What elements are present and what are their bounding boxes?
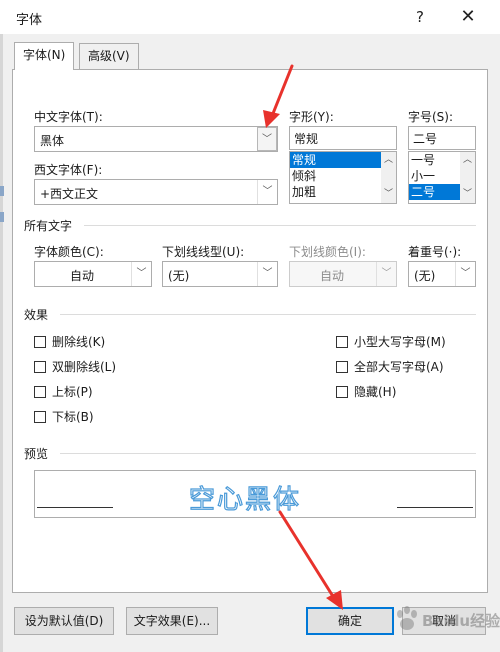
ok-button[interactable]: 确定 [306, 607, 394, 635]
font-size-label: 字号(S): [408, 110, 454, 124]
scroll-down-icon[interactable]: ﹀ [460, 186, 475, 203]
baidu-jingyan-watermark: Baidu经验 [392, 604, 500, 638]
font-size-listbox[interactable]: 一号 小一 二号 ︿ ﹀ [408, 151, 476, 204]
west-font-combobox[interactable]: +西文正文 ﹀ [34, 179, 278, 205]
section-divider [84, 225, 476, 226]
section-divider [60, 453, 476, 454]
scroll-up-icon[interactable]: ︿ [381, 152, 396, 169]
checkbox-box[interactable] [34, 361, 46, 373]
underline-color-value: 自动 [319, 269, 344, 283]
preview-baseline [37, 507, 113, 508]
font-size-option[interactable]: 二号 [409, 184, 460, 200]
scroll-down-icon[interactable]: ﹀ [381, 186, 396, 203]
font-color-label: 字体颜色(C): [34, 245, 104, 259]
chevron-down-icon[interactable]: ﹀ [455, 262, 475, 286]
checkbox-box[interactable] [336, 361, 348, 373]
preview-box: 空心黑体 [34, 470, 476, 518]
checkbox-box[interactable] [336, 386, 348, 398]
text-effects-button[interactable]: 文字效果(E)... [126, 607, 218, 635]
font-style-option[interactable]: 常规 [290, 152, 381, 168]
hidden-checkbox[interactable]: 隐藏(H) [336, 383, 396, 400]
checkbox-box[interactable] [34, 336, 46, 348]
chevron-down-icon: ﹀ [376, 262, 396, 286]
cn-font-combobox[interactable]: 黑体 ﹀ [34, 126, 278, 152]
font-size-scrollbar[interactable]: ︿ ﹀ [460, 152, 475, 203]
chevron-down-icon[interactable]: ﹀ [257, 127, 277, 151]
watermark-text: Baidu经验 [422, 612, 500, 630]
font-color-combobox[interactable]: 自动 ﹀ [34, 261, 152, 287]
font-color-value: 自动 [69, 269, 94, 283]
checkbox-box[interactable] [34, 386, 46, 398]
close-button[interactable]: ✕ [450, 4, 486, 30]
dialog-title: 字体 [16, 13, 43, 28]
background-window-fragment [0, 186, 4, 196]
all-text-section-title: 所有文字 [24, 219, 73, 233]
set-default-button[interactable]: 设为默认值(D) [14, 607, 114, 635]
effects-section-title: 效果 [24, 308, 49, 322]
west-font-value: +西文正文 [40, 187, 99, 201]
section-divider [60, 314, 476, 315]
emphasis-mark-label: 着重号(·): [408, 245, 462, 259]
checkbox-box[interactable] [34, 411, 46, 423]
checkbox-box[interactable] [336, 336, 348, 348]
background-window-fragment [0, 212, 4, 222]
emphasis-mark-value: (无) [414, 269, 436, 283]
font-style-listbox[interactable]: 常规 倾斜 加粗 ︿ ﹀ [289, 151, 397, 204]
preview-section-title: 预览 [24, 447, 49, 461]
strikethrough-checkbox[interactable]: 删除线(K) [34, 333, 105, 350]
west-font-label: 西文字体(F): [34, 163, 103, 177]
preview-sample-text: 空心黑体 [188, 484, 302, 515]
help-button[interactable]: ? [402, 4, 438, 30]
cn-font-value: 黑体 [40, 134, 65, 148]
scroll-up-icon[interactable]: ︿ [460, 152, 475, 169]
superscript-checkbox[interactable]: 上标(P) [34, 383, 93, 400]
cn-font-label: 中文字体(T): [34, 110, 103, 124]
font-style-scrollbar[interactable]: ︿ ﹀ [381, 152, 396, 203]
font-style-label: 字形(Y): [289, 110, 334, 124]
paw-icon [397, 606, 417, 630]
double-strikethrough-checkbox[interactable]: 双删除线(L) [34, 358, 116, 375]
tab-font[interactable]: 字体(N) [14, 42, 75, 70]
all-caps-checkbox[interactable]: 全部大写字母(A) [336, 358, 444, 375]
font-size-input[interactable]: 二号 [408, 126, 476, 150]
tab-advanced[interactable]: 高级(V) [79, 43, 139, 69]
small-caps-checkbox[interactable]: 小型大写字母(M) [336, 333, 446, 350]
underline-style-value: (无) [168, 269, 190, 283]
chevron-down-icon[interactable]: ﹀ [131, 262, 151, 286]
underline-style-label: 下划线线型(U): [162, 245, 245, 259]
font-style-input[interactable]: 常规 [289, 126, 397, 150]
underline-color-label: 下划线颜色(I): [289, 245, 366, 259]
background-window-edge [0, 34, 3, 652]
emphasis-mark-combobox[interactable]: (无) ﹀ [408, 261, 476, 287]
underline-style-combobox[interactable]: (无) ﹀ [162, 261, 278, 287]
chevron-down-icon[interactable]: ﹀ [257, 262, 277, 286]
underline-color-combobox: 自动 ﹀ [289, 261, 397, 287]
subscript-checkbox[interactable]: 下标(B) [34, 408, 94, 425]
preview-baseline [397, 507, 473, 508]
chevron-down-icon[interactable]: ﹀ [257, 180, 277, 204]
